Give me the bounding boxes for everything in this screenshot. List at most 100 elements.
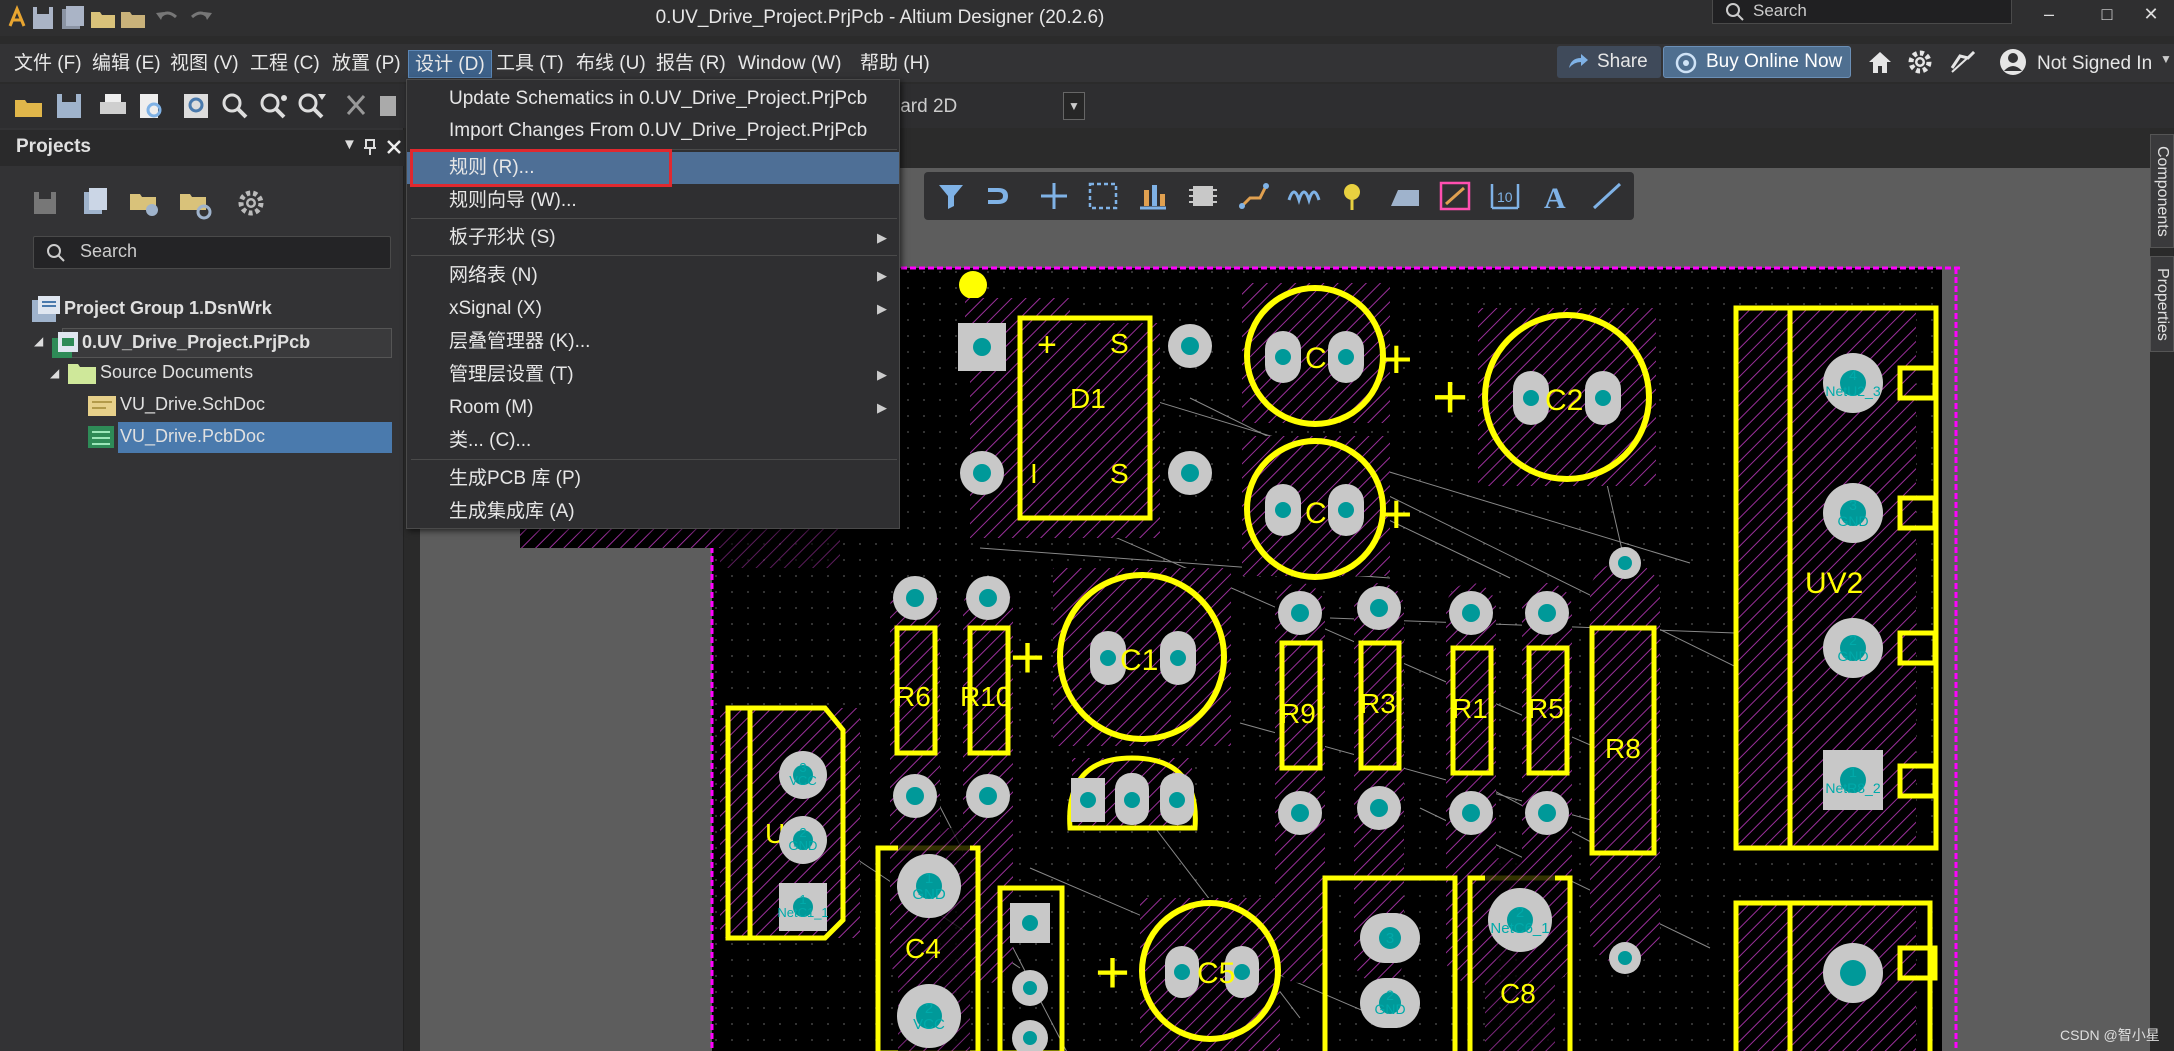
rules-annotation-highlight	[410, 149, 672, 187]
keepout-icon[interactable]	[1438, 180, 1472, 212]
expand-arrow-icon[interactable]: ◢	[50, 366, 59, 380]
tab-properties[interactable]: Properties	[2150, 256, 2174, 352]
polygon-pour-icon[interactable]	[1388, 180, 1422, 212]
menu-item-label: 管理层设置 (T)	[449, 364, 574, 385]
pin-icon[interactable]	[362, 138, 378, 156]
menu-item-make-pcb-library[interactable]: 生成PCB 库 (P)	[407, 463, 899, 495]
menu-edit[interactable]: 编辑 (E)	[86, 50, 167, 78]
menu-help[interactable]: 帮助 (H)	[854, 50, 936, 78]
global-search-input[interactable]: Search	[1712, 0, 2012, 24]
schematic-doc-icon	[88, 396, 116, 416]
move-cross-icon[interactable]	[1038, 180, 1070, 212]
svg-text:GND: GND	[789, 838, 818, 853]
notifications-off-icon[interactable]	[1948, 48, 1978, 76]
tree-item-pcbdoc[interactable]: VU_Drive.PcbDoc	[120, 422, 265, 450]
menu-item-label: 生成集成库 (A)	[449, 501, 575, 522]
zoom-filtered-icon[interactable]	[294, 90, 328, 122]
settings-gear-icon[interactable]	[1906, 48, 1934, 76]
tree-item-project-group[interactable]: Project Group 1.DsnWrk	[64, 294, 272, 322]
open-icon[interactable]	[12, 90, 46, 122]
view-mode-dropdown[interactable]: ▼	[1063, 92, 1085, 120]
svg-text:+: +	[1380, 482, 1413, 545]
menu-design[interactable]: 设计 (D)	[408, 50, 492, 78]
menu-item-manage-layer-sets[interactable]: 管理层设置 (T) ▶	[407, 359, 899, 391]
menu-item-classes[interactable]: 类... (C)...	[407, 425, 899, 457]
menu-item-netlist[interactable]: 网络表 (N) ▶	[407, 260, 899, 292]
sign-in-status[interactable]: Not Signed In	[2037, 50, 2152, 78]
filter-icon[interactable]	[936, 180, 966, 212]
workspace-icon	[32, 296, 60, 322]
ref-label: R1	[1452, 693, 1488, 724]
zoom-selected-icon[interactable]	[256, 90, 290, 122]
menu-item-rules-wizard[interactable]: 规则向导 (W)...	[407, 185, 899, 217]
tree-item-source-documents[interactable]: Source Documents	[100, 358, 253, 386]
close-button[interactable]: ✕	[2128, 0, 2174, 30]
menu-project[interactable]: 工程 (C)	[244, 50, 326, 78]
copy-icon[interactable]	[376, 90, 410, 122]
menu-route[interactable]: 布线 (U)	[570, 50, 652, 78]
menu-tools[interactable]: 工具 (T)	[490, 50, 570, 78]
diff-pair-icon[interactable]	[1286, 180, 1322, 212]
menu-separator	[411, 255, 897, 256]
menu-item-layer-stack-manager[interactable]: 层叠管理器 (K)...	[407, 326, 899, 358]
home-icon[interactable]	[1866, 48, 1894, 76]
text-string-icon[interactable]: A	[1540, 180, 1574, 212]
menu-reports[interactable]: 报告 (R)	[650, 50, 732, 78]
via-pin-icon[interactable]	[1338, 180, 1372, 212]
menu-item-xsignal[interactable]: xSignal (X) ▶	[407, 293, 899, 325]
menu-item-room[interactable]: Room (M) ▶	[407, 392, 899, 424]
ref-label: R9	[1280, 698, 1316, 729]
project-options-icon[interactable]	[80, 186, 110, 218]
minimize-button[interactable]: –	[2026, 0, 2072, 30]
align-icon[interactable]	[1136, 180, 1170, 212]
user-avatar-icon[interactable]	[1998, 47, 2028, 77]
ref-label: R10	[960, 681, 1011, 712]
panel-settings-gear-icon[interactable]	[236, 188, 266, 218]
component-chip-icon[interactable]	[1186, 180, 1220, 212]
tab-components[interactable]: Components	[2150, 134, 2174, 248]
project-search-placeholder: Search	[80, 241, 138, 261]
folder-settings-icon[interactable]	[178, 186, 214, 220]
select-rect-icon[interactable]	[1086, 180, 1120, 212]
zoom-fit-icon[interactable]	[180, 90, 214, 122]
add-existing-icon[interactable]	[128, 186, 164, 218]
menu-place[interactable]: 放置 (P)	[326, 50, 407, 78]
share-button[interactable]: Share	[1557, 46, 1661, 78]
save-project-icon[interactable]	[30, 188, 60, 218]
cut-icon[interactable]	[340, 90, 374, 122]
menu-window[interactable]: Window (W)	[732, 50, 847, 78]
svg-text:+: +	[1095, 939, 1130, 1006]
close-panel-icon[interactable]	[386, 138, 402, 156]
svg-text:NetC6_1: NetC6_1	[1490, 920, 1549, 937]
octopart-icon	[1675, 52, 1697, 74]
save-icon[interactable]	[52, 90, 86, 122]
tree-item-project[interactable]: 0.UV_Drive_Project.PrjPcb	[82, 328, 310, 356]
ref-label: C	[1305, 342, 1327, 375]
menu-item-board-shape[interactable]: 板子形状 (S) ▶	[407, 222, 899, 254]
buy-online-button[interactable]: Buy Online Now	[1663, 46, 1851, 78]
expand-arrow-icon[interactable]: ◢	[34, 334, 43, 348]
menu-item-import-changes[interactable]: Import Changes From 0.UV_Drive_Project.P…	[407, 115, 899, 147]
svg-text:2: 2	[925, 1000, 933, 1017]
pcb-doc-icon	[88, 426, 114, 448]
menu-view[interactable]: 视图 (V)	[164, 50, 245, 78]
dimension-icon[interactable]: 10	[1488, 180, 1522, 212]
zoom-area-icon[interactable]	[218, 90, 252, 122]
menu-item-make-integrated-library[interactable]: 生成集成库 (A)	[407, 496, 899, 528]
print-preview-icon[interactable]	[134, 90, 168, 122]
maximize-button[interactable]: □	[2084, 0, 2130, 30]
search-icon	[47, 244, 65, 262]
menu-file[interactable]: 文件 (F)	[8, 50, 88, 78]
tree-item-schdoc[interactable]: VU_Drive.SchDoc	[120, 390, 265, 418]
origin-marker	[959, 271, 987, 299]
ref-label: C2	[1545, 384, 1583, 417]
route-track-icon[interactable]	[1236, 180, 1270, 212]
print-icon[interactable]	[96, 90, 130, 122]
chevron-down-icon[interactable]: ▼	[2160, 52, 2172, 66]
panel-menu-icon[interactable]: ▼	[342, 136, 357, 153]
menu-item-update-schematics[interactable]: Update Schematics in 0.UV_Drive_Project.…	[407, 83, 899, 115]
line-draw-icon[interactable]	[1590, 180, 1624, 212]
ref-label: C1	[1120, 644, 1158, 677]
interactive-magnet-icon[interactable]	[984, 180, 1018, 212]
global-search-placeholder: Search	[1753, 1, 1807, 20]
